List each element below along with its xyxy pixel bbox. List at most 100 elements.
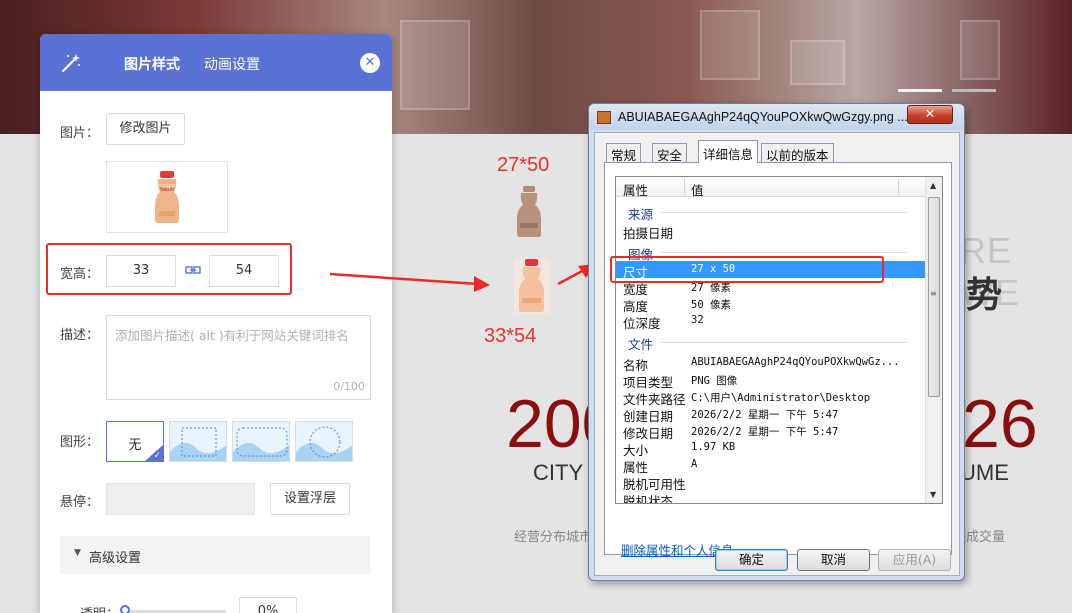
shape-rect-option[interactable] bbox=[169, 421, 227, 462]
property-row[interactable]: 位深度 32 bbox=[616, 312, 927, 331]
hover-label: 悬停： bbox=[60, 495, 100, 510]
cancel-button[interactable]: 取消 bbox=[797, 549, 870, 571]
stat-number-right: 26 bbox=[962, 386, 1038, 462]
shape-label: 图形： bbox=[60, 435, 100, 450]
property-key: 脱机状态 bbox=[623, 494, 674, 504]
landscape-rect-icon bbox=[170, 422, 226, 461]
property-row[interactable]: 高度 50 像素 bbox=[616, 295, 927, 314]
property-row[interactable]: 脱机状态 bbox=[616, 490, 927, 504]
property-row[interactable]: 创建日期 2026/2/2 星期一 下午 5:47 bbox=[616, 405, 927, 424]
dimension-highlight-box bbox=[610, 256, 884, 283]
description-placeholder: 添加图片描述( alt )有利于网站关键词排名 bbox=[115, 328, 349, 343]
building-window bbox=[790, 40, 845, 85]
property-value: A bbox=[691, 458, 698, 470]
property-value: ABUIABAEGAAghP24qQYouPOXkwQwGz... bbox=[691, 356, 900, 368]
tab-details[interactable]: 详细信息 bbox=[698, 140, 759, 163]
stat-desc-right: 成交量 bbox=[966, 530, 1006, 545]
advanced-settings-label: 高级设置 bbox=[89, 551, 142, 566]
resized-bottle-image bbox=[514, 258, 549, 314]
building-window bbox=[960, 20, 1000, 80]
shape-circle-option[interactable] bbox=[295, 421, 353, 462]
tab-image-style[interactable]: 图片样式 bbox=[124, 54, 180, 74]
column-separator bbox=[684, 179, 685, 195]
red-arrow-icon bbox=[329, 272, 490, 292]
advanced-settings-toggle[interactable]: ▼ 高级设置 bbox=[60, 536, 370, 574]
group-divider bbox=[661, 342, 907, 343]
original-size-annotation: 27*50 bbox=[497, 154, 550, 176]
description-counter: 0/100 bbox=[333, 380, 365, 393]
grip-icon: ≡ bbox=[930, 289, 937, 298]
property-value: 1.97 KB bbox=[691, 441, 736, 453]
svg-text:Yakult: Yakult bbox=[159, 187, 175, 193]
dialog-titlebar[interactable]: ABUIABAEGAAghP24qQYouPOXkwQwGzgy.png ...… bbox=[589, 104, 964, 130]
panel-close-button[interactable]: ✕ bbox=[360, 53, 380, 73]
hover-input[interactable] bbox=[106, 483, 255, 515]
caret-down-icon: ▼ bbox=[74, 548, 81, 558]
shape-none-text: 无 bbox=[128, 438, 142, 453]
tab-previous-versions[interactable]: 以前的版本 bbox=[761, 143, 834, 163]
tab-general[interactable]: 常规 bbox=[606, 143, 642, 163]
png-file-icon bbox=[597, 111, 611, 124]
original-bottle-image bbox=[517, 186, 541, 237]
group-file: 文件 bbox=[628, 337, 654, 352]
size-highlight-box bbox=[46, 243, 292, 295]
opacity-value-input[interactable]: 0% bbox=[239, 597, 297, 613]
description-label: 描述： bbox=[60, 328, 100, 343]
property-row[interactable]: 脱机可用性 bbox=[616, 473, 927, 492]
list-header: 属性 值 bbox=[616, 177, 927, 199]
property-value: 2026/2/2 星期一 下午 5:47 bbox=[691, 409, 839, 421]
dialog-title: ABUIABAEGAAghP24qQYouPOXkwQwGzgy.png ... bbox=[618, 110, 908, 124]
property-row[interactable]: 名称 ABUIABAEGAAghP24qQYouPOXkwQwGz... bbox=[616, 354, 927, 373]
shape-none-option[interactable]: 无 ✓ bbox=[106, 421, 164, 462]
description-textarea[interactable]: 添加图片描述( alt )有利于网站关键词排名 0/100 bbox=[106, 315, 371, 400]
landscape-rounded-icon bbox=[233, 422, 289, 461]
property-value: 2026/2/2 星期一 下午 5:47 bbox=[691, 426, 839, 438]
property-value: 32 bbox=[691, 314, 704, 326]
stat-desc-left: 经营分布城市 bbox=[514, 530, 593, 545]
image-preview: Yakult bbox=[106, 161, 228, 233]
magic-wand-icon bbox=[61, 54, 80, 73]
carousel-indicator[interactable] bbox=[952, 89, 996, 92]
property-value: C:\用户\Administrator\Desktop bbox=[691, 392, 871, 404]
group-source: 来源 bbox=[628, 207, 654, 222]
landscape-circle-icon bbox=[296, 422, 352, 461]
yakult-bottle-image: Yakult bbox=[155, 171, 179, 223]
details-page: 属性 值 来源 拍摄日期 图像 尺寸 27 x 50 宽度 27 像素 高度 5… bbox=[604, 162, 952, 558]
column-property[interactable]: 属性 bbox=[623, 180, 648, 199]
panel-header: 图片样式 动画设置 ✕ bbox=[40, 34, 392, 91]
image-settings-panel: 图片样式 动画设置 ✕ 图片： 修改图片 Yakult 宽高： 33 54 描述… bbox=[40, 34, 392, 613]
building-window bbox=[400, 20, 470, 110]
property-row[interactable]: 文件夹路径 C:\用户\Administrator\Desktop bbox=[616, 388, 927, 407]
column-separator bbox=[898, 179, 899, 195]
property-row[interactable]: 拍摄日期 bbox=[616, 222, 927, 241]
property-value: PNG 图像 bbox=[691, 375, 738, 387]
resized-size-annotation: 33*54 bbox=[484, 325, 537, 347]
tab-security[interactable]: 安全 bbox=[652, 143, 688, 163]
property-row[interactable]: 属性 A bbox=[616, 456, 927, 475]
group-divider bbox=[661, 212, 907, 213]
carousel-indicator-active[interactable] bbox=[898, 89, 942, 92]
column-value[interactable]: 值 bbox=[691, 180, 704, 199]
shape-rounded-option[interactable] bbox=[232, 421, 290, 462]
opacity-slider-handle[interactable] bbox=[120, 605, 130, 613]
change-image-button[interactable]: 修改图片 bbox=[106, 113, 185, 145]
list-scrollbar[interactable]: ▲ ≡ ▼ bbox=[925, 177, 942, 503]
stat-caption-left: CITY bbox=[533, 460, 584, 485]
apply-button[interactable]: 应用(A) bbox=[878, 549, 951, 571]
ok-button[interactable]: 确定 bbox=[715, 549, 788, 571]
image-label: 图片： bbox=[60, 126, 100, 141]
property-value: 50 像素 bbox=[691, 299, 731, 311]
file-properties-dialog: ABUIABAEGAAghP24qQYouPOXkwQwGzgy.png ...… bbox=[588, 103, 965, 581]
group-divider bbox=[661, 252, 907, 253]
tab-animation-settings[interactable]: 动画设置 bbox=[204, 54, 260, 74]
property-list: 属性 值 来源 拍摄日期 图像 尺寸 27 x 50 宽度 27 像素 高度 5… bbox=[615, 176, 943, 504]
stat-caption-right: UME bbox=[960, 460, 1009, 485]
scroll-down-icon[interactable]: ▼ bbox=[930, 490, 936, 499]
property-row[interactable]: 项目类型 PNG 图像 bbox=[616, 371, 927, 390]
dialog-close-button[interactable]: ✕ bbox=[907, 105, 953, 124]
property-key: 位深度 bbox=[623, 316, 661, 331]
set-hover-layer-button[interactable]: 设置浮层 bbox=[270, 483, 350, 515]
scroll-up-icon[interactable]: ▲ bbox=[930, 181, 936, 190]
property-row[interactable]: 大小 1.97 KB bbox=[616, 439, 927, 458]
property-row[interactable]: 修改日期 2026/2/2 星期一 下午 5:47 bbox=[616, 422, 927, 441]
